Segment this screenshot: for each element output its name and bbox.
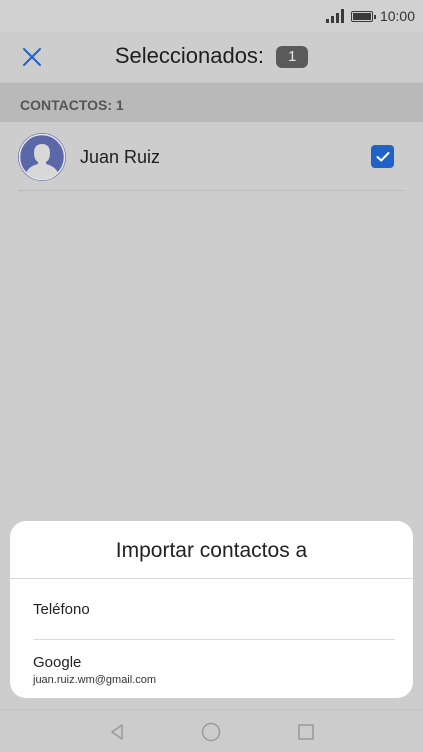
status-time: 10:00 [379,8,415,24]
contact-row[interactable]: Juan Ruiz [0,122,423,191]
home-circle-icon [201,722,221,742]
sheet-title: Importar contactos a [115,539,308,562]
section-header: CONTACTOS: 1 [0,82,423,122]
back-button[interactable] [105,720,129,744]
title-text: Seleccionados: [114,43,265,68]
back-triangle-icon [111,724,123,740]
contact-checkbox[interactable] [371,145,394,168]
status-indicators: 10:00 [325,7,415,25]
person-avatar-icon [18,133,66,181]
navigation-bar [0,709,423,752]
option-google[interactable]: Google juan.ruiz.wm@gmail.com [10,640,413,698]
selected-count-badge: 1 [276,46,309,68]
import-bottom-sheet: Importar contactos a Teléfono Google jua… [10,521,413,698]
app-bar: Seleccionados: 1 [0,32,423,82]
section-header-label: CONTACTOS: 1 [20,97,124,113]
row-divider [18,190,405,191]
battery-icon [350,10,376,22]
signal-icon [325,9,344,23]
page-title: Seleccionados: 1 [0,43,423,69]
option-google-account: juan.ruiz.wm@gmail.com [33,674,157,686]
option-telefono[interactable]: Teléfono [10,579,413,639]
option-telefono-label: Teléfono [33,601,90,618]
contact-name: Juan Ruiz [80,147,161,167]
recents-button[interactable] [294,720,318,744]
home-button[interactable] [199,720,223,744]
check-icon [376,151,389,161]
option-google-label: Google [33,654,82,671]
status-bar: 10:00 [0,0,423,32]
recents-square-icon [298,724,314,740]
